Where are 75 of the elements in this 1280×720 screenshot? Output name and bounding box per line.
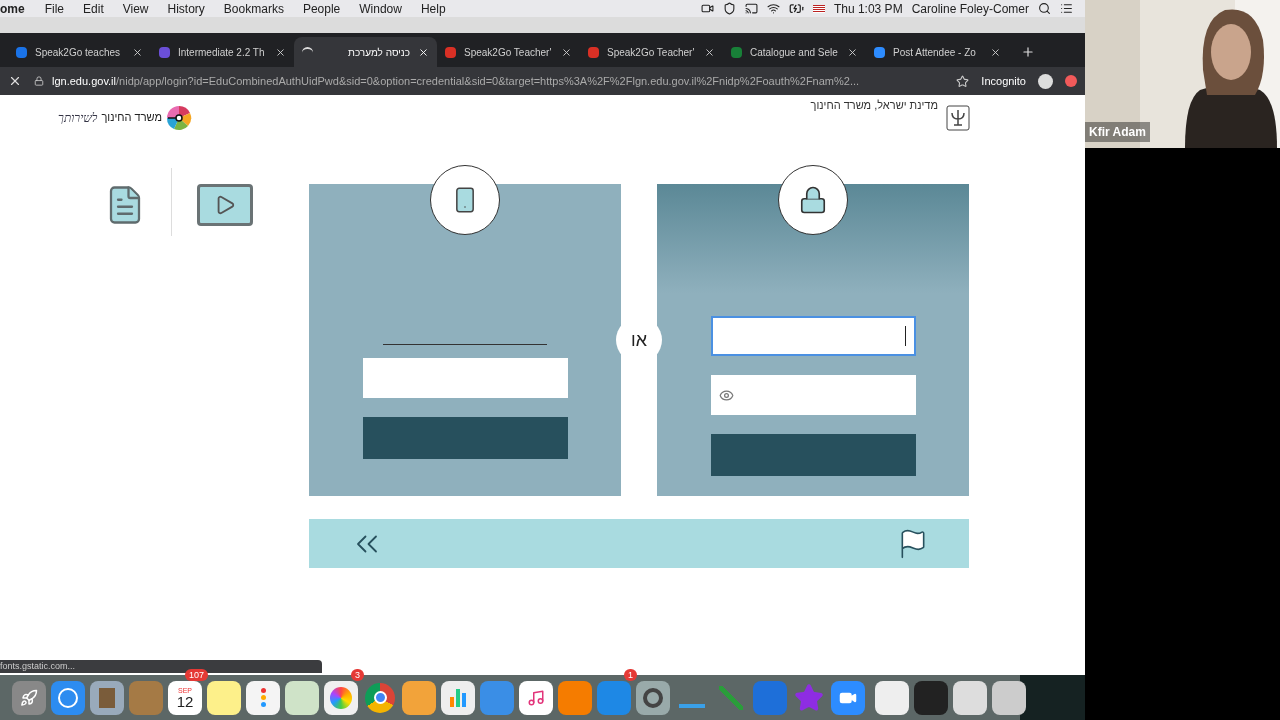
close-icon[interactable] bbox=[990, 46, 1001, 58]
tab-title: כניסה למערכת bbox=[347, 45, 410, 60]
bar-chart-icon[interactable] bbox=[441, 680, 475, 715]
search-icon[interactable] bbox=[1038, 2, 1051, 15]
menu-item[interactable]: History bbox=[167, 0, 205, 18]
close-icon[interactable] bbox=[847, 46, 858, 58]
menu-item[interactable]: Window bbox=[359, 0, 402, 18]
app-menu[interactable]: ome bbox=[0, 0, 25, 18]
shield-icon[interactable] bbox=[722, 2, 736, 15]
compass-icon[interactable] bbox=[51, 680, 85, 715]
tab-icon bbox=[731, 46, 742, 58]
screen-share-icon[interactable] bbox=[744, 2, 758, 15]
tab-title: Speak2Go Teacher' bbox=[607, 45, 696, 60]
clock[interactable]: Thu 1:03 PM bbox=[833, 0, 903, 18]
close-icon[interactable] bbox=[418, 46, 429, 58]
menu-item[interactable]: People bbox=[302, 0, 341, 18]
input-field[interactable] bbox=[362, 358, 568, 398]
video-camera-icon[interactable] bbox=[831, 680, 865, 715]
menu-item[interactable]: Bookmarks bbox=[223, 0, 284, 18]
tab-title: Post Attendee - Zo bbox=[893, 45, 977, 60]
list-icon[interactable] bbox=[1060, 2, 1073, 15]
battery-icon[interactable] bbox=[788, 1, 804, 16]
logo-script: לשירותך bbox=[58, 109, 98, 127]
tab-title: Catalogue and Sele bbox=[750, 45, 839, 60]
eye-icon[interactable] bbox=[718, 387, 734, 403]
tab-icon bbox=[874, 46, 885, 58]
browser-tab[interactable]: Catalogue and Sele bbox=[723, 37, 866, 67]
tab-icon bbox=[159, 46, 170, 58]
url-text: lgn.edu.gov.il/nidp/app/login?id=EduCombinedAuthUidPwd&sid=0&option=credential&sid=0&target=https%3A%2F%2Flgn.edu.gov.il%2Fnidp%2Foauth%2Fnam%2... bbox=[52, 73, 860, 89]
emblem-icon bbox=[946, 104, 970, 131]
browser-tab[interactable]: Speak2Go Teacher' bbox=[437, 37, 580, 67]
lock-icon bbox=[34, 76, 44, 86]
browser-tab[interactable]: Post Attendee - Zo bbox=[866, 37, 1009, 67]
close-icon[interactable] bbox=[561, 46, 572, 58]
rocket-icon[interactable] bbox=[12, 680, 46, 715]
tab-title: Speak2Go teaches bbox=[35, 45, 122, 60]
browser-tab[interactable]: כניסה למערכת bbox=[294, 37, 437, 67]
text-caret bbox=[904, 326, 906, 346]
close-icon[interactable] bbox=[132, 46, 143, 58]
username-field[interactable] bbox=[710, 316, 916, 356]
tab-title: Intermediate 2.2 Th bbox=[178, 45, 266, 60]
url-field[interactable]: lgn.edu.gov.il/nidp/app/login?id=EduCombinedAuthUidPwd&sid=0&option=credential&sid=0&target=https%3A%2F%2Flgn.edu.gov.il%2Fnidp%2Foauth%2Fnam%2... bbox=[34, 72, 945, 90]
wifi-icon[interactable] bbox=[766, 2, 780, 15]
flower-icon[interactable] bbox=[324, 680, 358, 715]
menu-item[interactable]: Edit bbox=[83, 0, 104, 18]
calendar-day: 12 bbox=[176, 693, 194, 709]
tab-icon bbox=[16, 46, 27, 58]
menu-item[interactable]: Help bbox=[420, 0, 446, 18]
video-icon[interactable] bbox=[197, 184, 253, 226]
logo-icon bbox=[166, 104, 193, 131]
close-icon[interactable] bbox=[275, 46, 286, 58]
incognito-label: Incognito bbox=[981, 73, 1026, 89]
video-camera-icon[interactable] bbox=[700, 2, 714, 15]
state-title: מדינת ישראל, משרד החינוך bbox=[810, 97, 938, 113]
close-icon[interactable] bbox=[704, 46, 715, 58]
browser-tab[interactable]: Speak2Go Teacher' bbox=[580, 37, 723, 67]
update-icon[interactable] bbox=[1065, 75, 1077, 87]
password-field[interactable] bbox=[710, 375, 916, 415]
flag-icon[interactable] bbox=[812, 4, 825, 13]
browser-tab[interactable]: Intermediate 2.2 Th bbox=[151, 37, 294, 67]
tab-icon bbox=[445, 46, 456, 58]
stop-icon[interactable] bbox=[8, 74, 22, 88]
bookmark-star-icon[interactable] bbox=[956, 74, 970, 88]
user-name[interactable]: Caroline Foley-Comer bbox=[911, 0, 1029, 18]
menu-item[interactable]: View bbox=[122, 0, 149, 18]
participant-name: Kfir Adam bbox=[1085, 122, 1150, 142]
new-tab-icon[interactable] bbox=[1021, 45, 1035, 59]
tab-icon bbox=[588, 46, 599, 58]
checklist-icon[interactable] bbox=[246, 680, 280, 715]
tab-title: Speak2Go Teacher' bbox=[464, 45, 553, 60]
logo-text: משרד החינוך bbox=[101, 110, 163, 126]
menu-item[interactable]: File bbox=[44, 0, 65, 18]
notepad-icon[interactable] bbox=[207, 680, 241, 715]
browser-tab[interactable]: Speak2Go teaches bbox=[8, 37, 151, 67]
music-note-icon[interactable] bbox=[519, 680, 553, 715]
